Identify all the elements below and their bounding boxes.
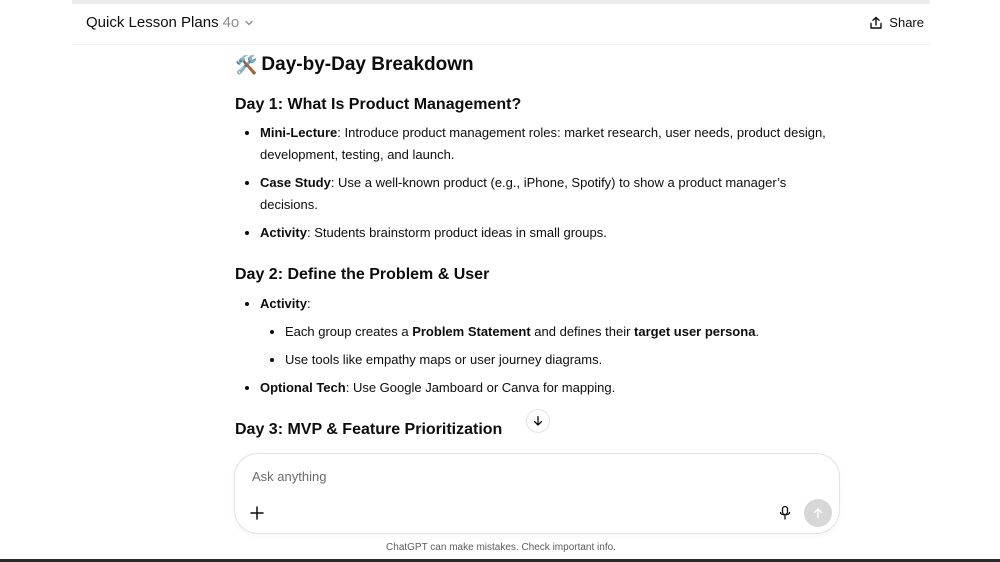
day2-list: Activity: Each group creates a Problem S… [235,293,835,399]
chat-header: Quick Lesson Plans 4o Share [72,4,930,45]
item-label: Activity [260,225,307,240]
item-label: Case Study [260,175,331,190]
item-text: . [755,324,760,339]
microphone-icon[interactable] [777,505,793,521]
share-icon [870,16,882,29]
scroll-to-bottom-button[interactable] [526,409,550,433]
list-item: Case Study: Use a well-known product (e.… [235,172,835,216]
item-label: Optional Tech [260,380,346,395]
item-text-cont: decisions. [260,197,318,212]
sub-list-item: Use tools like empathy maps or user jour… [235,349,835,371]
assistant-message: 🛠️ Day-by-Day Breakdown Day 1: What Is P… [235,50,835,441]
model-selector[interactable]: Quick Lesson Plans 4o [86,14,255,31]
share-label: Share [889,15,924,30]
item-emphasis: Problem Statement [412,324,531,339]
item-text: : Introduce product management roles: ma… [337,125,826,140]
arrow-down-icon [533,415,543,426]
item-text: Use tools like empathy maps or user jour… [285,352,603,367]
share-button[interactable]: Share [869,15,924,30]
plus-icon[interactable] [248,504,266,522]
item-text: : Use a well-known product (e.g., iPhone… [330,175,787,190]
chat-window: Quick Lesson Plans 4o Share 🛠️ Day-by-Da… [72,4,930,559]
list-item: Activity: [235,293,835,315]
right-margin [929,0,1000,562]
day2-heading: Day 2: Define the Problem & User [235,266,490,283]
section-title: Day-by-Day Breakdown [261,54,474,75]
section-heading: 🛠️ Day-by-Day Breakdown [235,50,835,80]
model-version: 4o [222,14,240,31]
sub-list-item: Each group creates a Problem Statement a… [235,321,835,343]
item-text: and defines their [530,324,635,339]
list-item: Mini-Lecture: Introduce product manageme… [235,122,835,166]
item-text-cont: development, testing, and launch. [260,147,455,162]
day1-heading: Day 1: What Is Product Management? [235,96,522,113]
item-emphasis: target user persona [634,324,756,339]
list-item: Optional Tech: Use Google Jamboard or Ca… [235,377,835,399]
chevron-down-icon [245,20,253,25]
item-label: Activity [260,296,307,311]
chat-title: Quick Lesson Plans [86,14,219,31]
day1-list: Mini-Lecture: Introduce product manageme… [235,122,835,244]
disclaimer: ChatGPT can make mistakes. Check importa… [386,542,616,553]
item-text: : [306,296,311,311]
prompt-input[interactable] [250,468,754,485]
item-label: Mini-Lecture [260,125,338,140]
send-button[interactable] [804,499,832,527]
item-text: Each group creates a [285,324,413,339]
left-margin [0,0,73,562]
list-item: Activity: Students brainstorm product id… [235,222,835,244]
item-text: : Students brainstorm product ideas in s… [306,225,607,240]
arrow-up-icon [813,508,823,519]
tools-icon: 🛠️ [235,55,258,75]
item-text: : Use Google Jamboard or Canva for mappi… [345,380,616,395]
composer [234,453,840,534]
